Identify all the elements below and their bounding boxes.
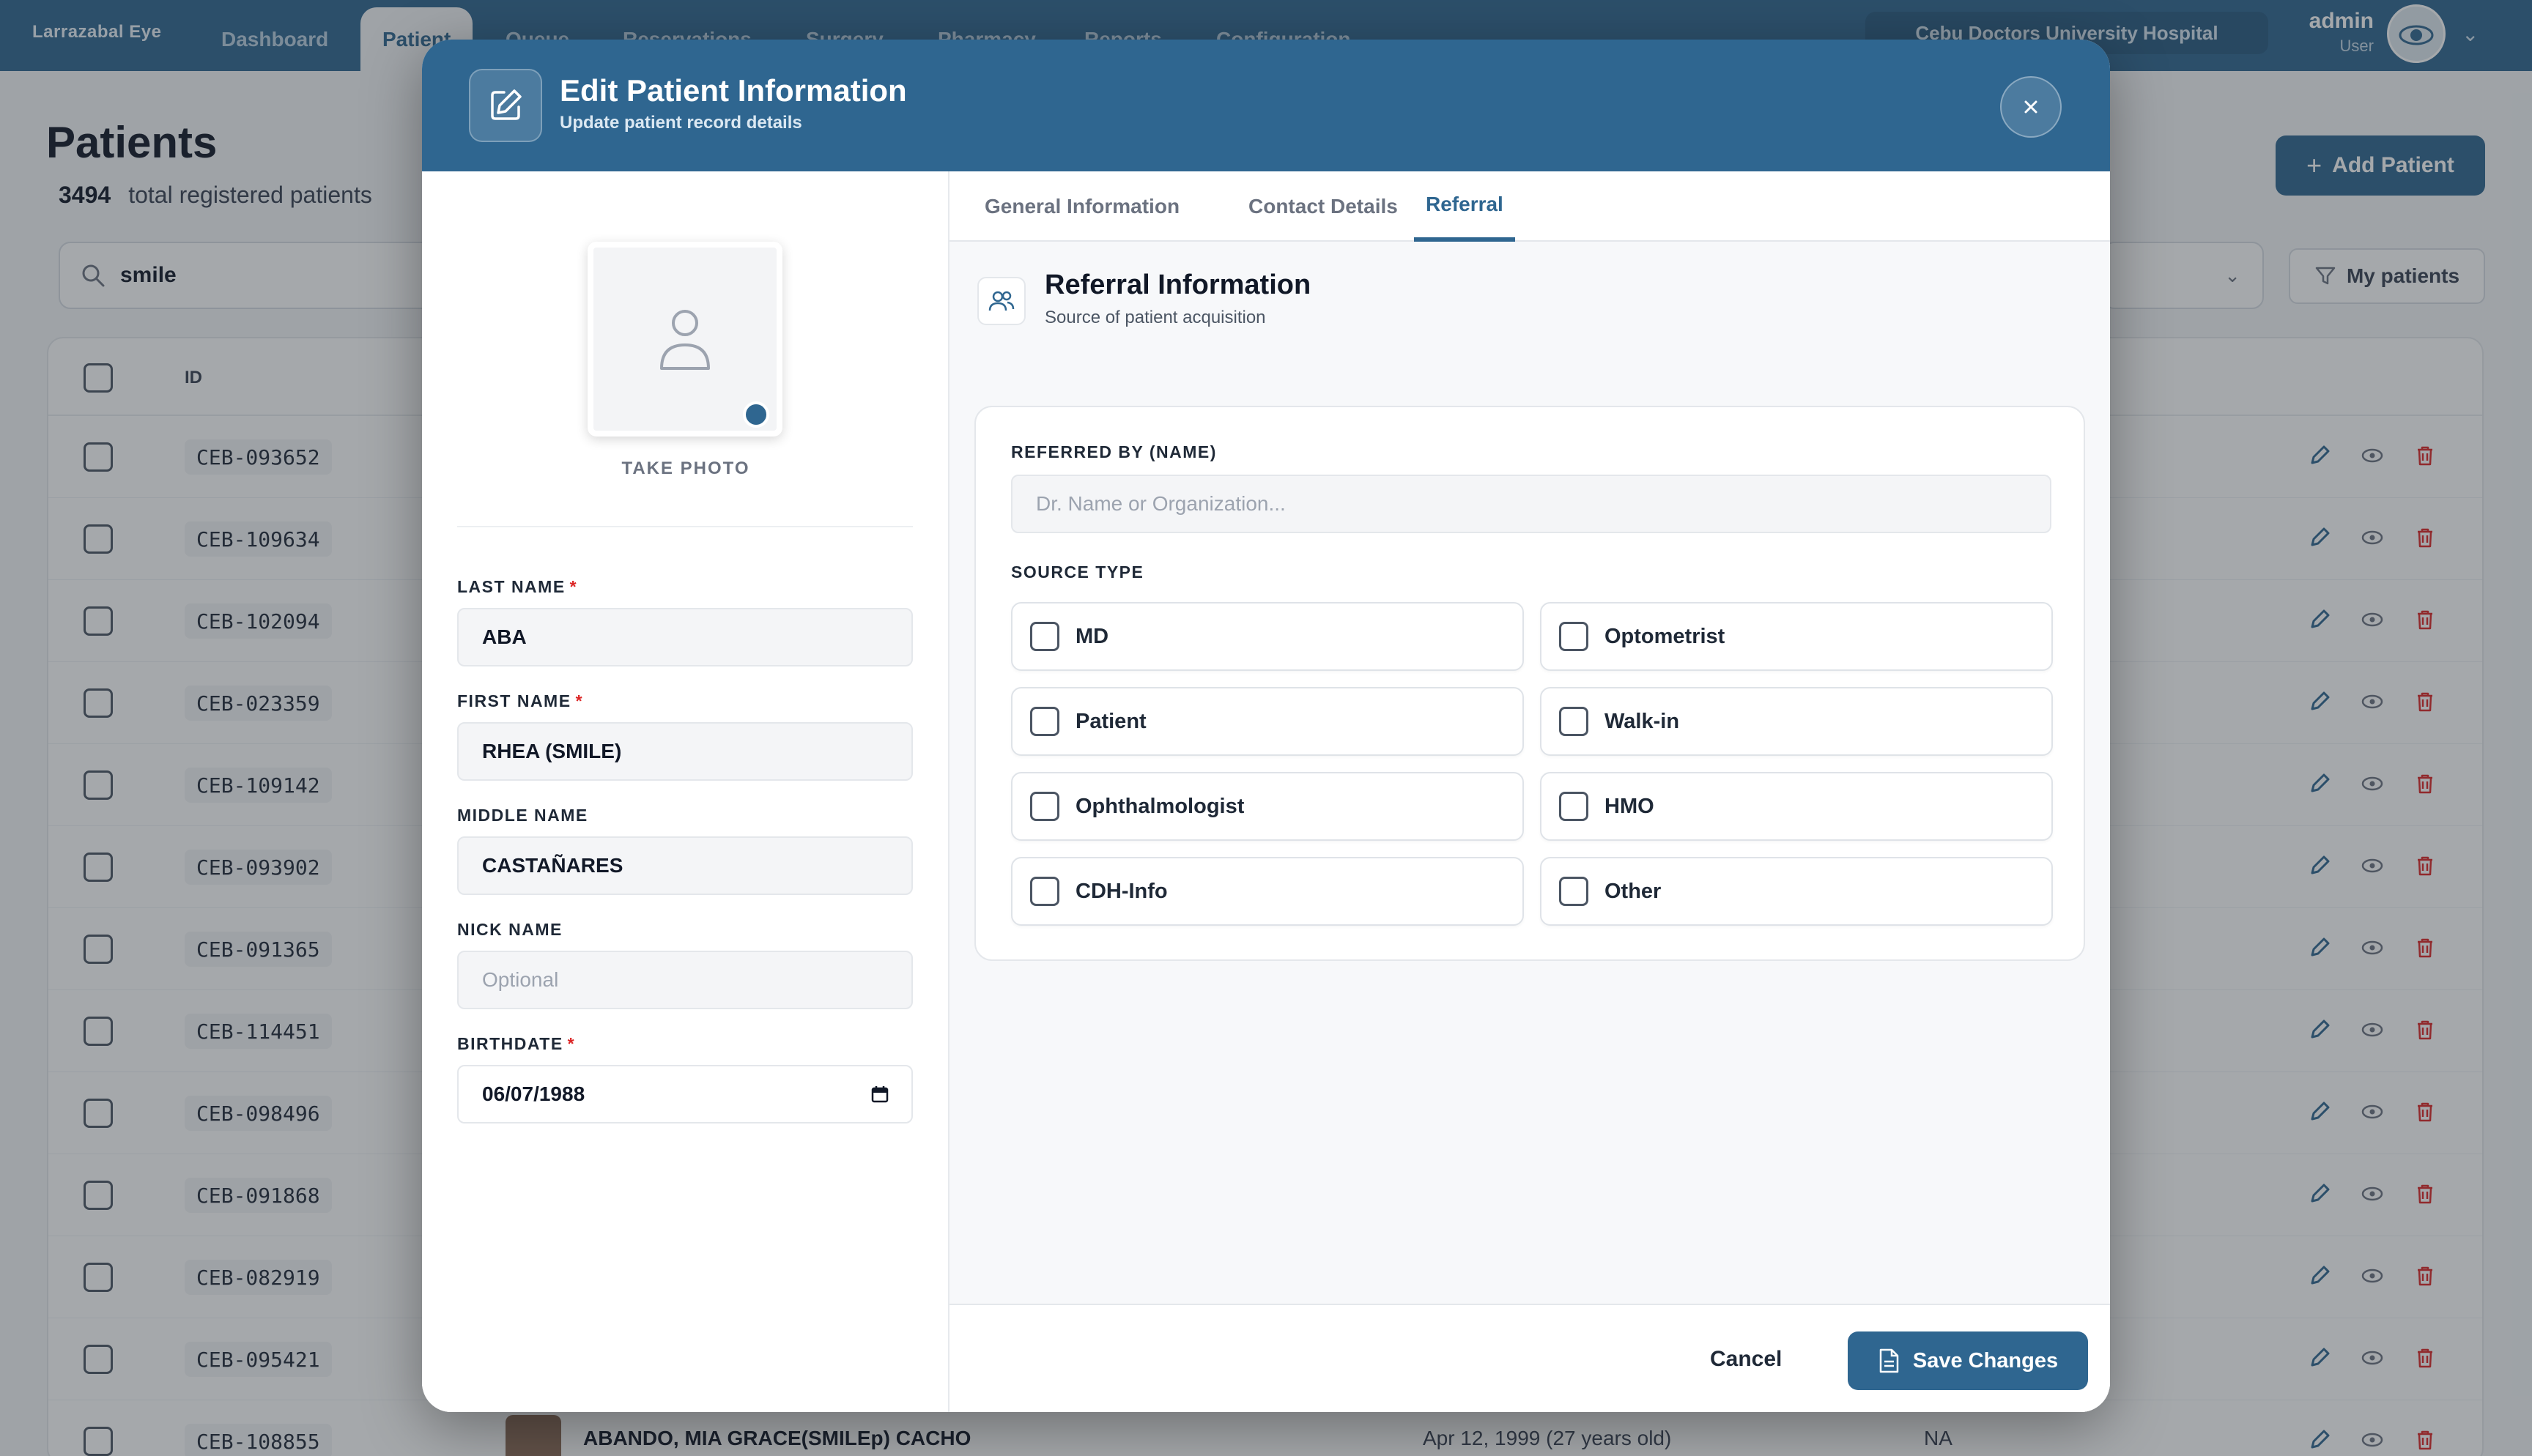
modal-title: Edit Patient Information [560, 73, 907, 108]
checkbox[interactable] [1030, 707, 1059, 736]
checkbox[interactable] [1559, 622, 1588, 651]
source-type-label: SOURCE TYPE [1011, 562, 1144, 582]
middle-name-field[interactable]: CASTAÑARES [457, 836, 913, 895]
nick-name-label: NICK NAME [457, 920, 563, 939]
checkbox[interactable] [1030, 622, 1059, 651]
users-icon [977, 277, 1026, 325]
option-label: Patient [1076, 709, 1147, 733]
document-icon [1879, 1348, 1899, 1373]
source-option-optometrist[interactable]: Optometrist [1540, 602, 2053, 671]
referred-by-input[interactable]: Dr. Name or Organization... [1011, 475, 2051, 533]
modal-subtitle: Update patient record details [560, 113, 802, 133]
edit-patient-modal: Edit Patient Information Update patient … [422, 40, 2110, 1412]
source-option-ophthalmologist[interactable]: Ophthalmologist [1011, 772, 1524, 841]
patient-details-panel: General Information Contact Details Refe… [949, 171, 2110, 1412]
checkbox[interactable] [1030, 792, 1059, 821]
first-name-field[interactable]: RHEA (SMILE) [457, 722, 913, 781]
user-placeholder-icon [660, 310, 710, 370]
first-name-label: FIRST NAME * [457, 691, 584, 710]
tab-general-information[interactable]: General Information [973, 171, 1191, 242]
modal-header: Edit Patient Information Update patient … [422, 40, 2110, 171]
patient-basic-panel: TAKE PHOTO LAST NAME * ABA FIRST NAME * RH… [422, 171, 949, 1412]
birthdate-value: 06/07/1988 [482, 1082, 585, 1105]
section-subtitle: Source of patient acquisition [1045, 308, 1266, 327]
close-button[interactable] [2000, 76, 2062, 138]
save-button[interactable]: Save Changes [1848, 1331, 2088, 1390]
divider [457, 526, 913, 527]
birthdate-field[interactable]: 06/07/1988 [457, 1065, 913, 1123]
option-label: CDH-Info [1076, 879, 1168, 903]
checkbox[interactable] [1559, 877, 1588, 906]
take-photo-button[interactable]: TAKE PHOTO [422, 458, 949, 479]
required-mark: * [575, 691, 584, 710]
required-mark: * [569, 577, 578, 596]
source-option-walk-in[interactable]: Walk-in [1540, 687, 2053, 756]
tab-bar: General Information Contact Details Refe… [949, 171, 2110, 242]
option-label: HMO [1604, 794, 1654, 818]
option-label: Optometrist [1604, 624, 1725, 648]
source-option-md[interactable]: MD [1011, 602, 1524, 671]
nick-name-field[interactable]: Optional [457, 951, 913, 1009]
calendar-icon[interactable] [870, 1085, 889, 1104]
checkbox[interactable] [1030, 877, 1059, 906]
last-name-field[interactable]: ABA [457, 608, 913, 666]
last-name-label: LAST NAME * [457, 577, 578, 596]
camera-status-dot [743, 401, 769, 428]
middle-name-label: MIDDLE NAME [457, 806, 588, 825]
tab-referral[interactable]: Referral [1414, 171, 1515, 242]
source-option-hmo[interactable]: HMO [1540, 772, 2053, 841]
referral-card: REFERRED BY (NAME) Dr. Name or Organizat… [974, 406, 2085, 961]
modal-footer: Cancel Save Changes [949, 1304, 2110, 1412]
option-label: Ophthalmologist [1076, 794, 1245, 818]
tab-contact-details[interactable]: Contact Details [1237, 171, 1410, 242]
referred-by-label: REFERRED BY (NAME) [1011, 442, 1217, 461]
option-label: Other [1604, 879, 1662, 903]
checkbox[interactable] [1559, 792, 1588, 821]
section-title: Referral Information [1045, 270, 1311, 300]
birthdate-label: BIRTHDATE * [457, 1034, 576, 1053]
close-icon [2024, 100, 2037, 114]
option-label: Walk-in [1604, 709, 1680, 733]
required-mark: * [567, 1034, 576, 1053]
source-option-other[interactable]: Other [1540, 857, 2053, 926]
save-button-label: Save Changes [1912, 1348, 2059, 1373]
cancel-button[interactable]: Cancel [1695, 1337, 1796, 1381]
option-label: MD [1076, 624, 1109, 648]
source-option-patient[interactable]: Patient [1011, 687, 1524, 756]
source-option-cdh-info[interactable]: CDH-Info [1011, 857, 1524, 926]
checkbox[interactable] [1559, 707, 1588, 736]
edit-icon [469, 69, 542, 142]
